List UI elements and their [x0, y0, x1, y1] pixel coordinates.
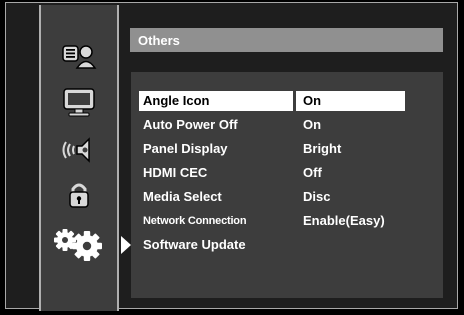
menu-item-media-select[interactable]: Media Select Disc	[131, 187, 443, 209]
menu-item-software-update[interactable]: Software Update	[131, 235, 443, 257]
menu-item-label[interactable]: Angle Icon	[139, 91, 293, 111]
others-gear-icon[interactable]	[41, 224, 117, 264]
menu-item-network-connection[interactable]: Network Connection Enable(Easy)	[131, 211, 443, 233]
menu-item-label[interactable]: Media Select	[139, 187, 293, 207]
menu-title-bar: Others	[130, 28, 443, 52]
menu-item-angle-icon[interactable]: Angle Icon On	[131, 91, 443, 113]
language-icon[interactable]	[41, 36, 117, 76]
menu-item-value[interactable]: Disc	[296, 187, 405, 207]
menu-item-value[interactable]: On	[296, 115, 405, 135]
settings-panel: Angle Icon On Auto Power Off On Panel Di…	[131, 72, 443, 298]
menu-item-panel-display[interactable]: Panel Display Bright	[131, 139, 443, 161]
menu-item-value[interactable]: Off	[296, 163, 405, 183]
menu-item-auto-power-off[interactable]: Auto Power Off On	[131, 115, 443, 137]
menu-item-label[interactable]: HDMI CEC	[139, 163, 293, 183]
menu-title: Others	[138, 33, 180, 48]
menu-item-value[interactable]: Bright	[296, 139, 405, 159]
menu-item-value[interactable]: On	[296, 91, 405, 111]
menu-item-label[interactable]: Panel Display	[139, 139, 293, 159]
menu-item-hdmi-cec[interactable]: HDMI CEC Off	[131, 163, 443, 185]
selection-arrow-icon	[121, 236, 131, 254]
menu-item-value[interactable]: Enable(Easy)	[296, 211, 405, 231]
display-icon[interactable]	[41, 82, 117, 122]
menu-item-label[interactable]: Software Update	[139, 235, 293, 255]
settings-sidebar	[39, 5, 119, 311]
audio-icon[interactable]	[41, 130, 117, 170]
lock-icon[interactable]	[41, 176, 117, 216]
menu-item-label[interactable]: Network Connection	[139, 211, 293, 231]
menu-item-label[interactable]: Auto Power Off	[139, 115, 293, 135]
